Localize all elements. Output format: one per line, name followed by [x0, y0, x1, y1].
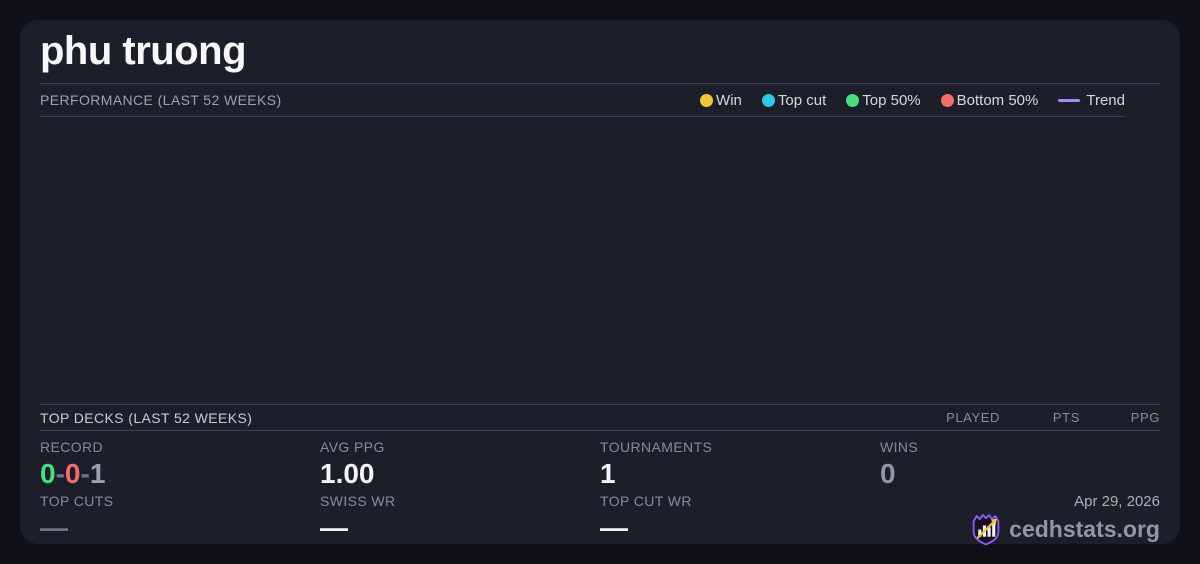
- chart-legend: Win Top cut Top 50% Bottom 50% Trend: [700, 92, 1125, 109]
- performance-header: PERFORMANCE (LAST 52 WEEKS) Win Top cut …: [40, 84, 1125, 117]
- legend-label: Trend: [1086, 91, 1125, 109]
- column-header-pts: PTS: [1052, 410, 1080, 425]
- top-decks-section-label: TOP DECKS (LAST 52 WEEKS): [40, 409, 253, 426]
- stat-tournaments: TOURNAMENTS 1: [600, 440, 880, 489]
- top-cut-dot-icon: [761, 93, 775, 107]
- legend-label: Top cut: [777, 91, 827, 109]
- legend-item-top-50: Top 50%: [846, 91, 921, 109]
- legend-item-win: Win: [700, 92, 742, 109]
- performance-section-label: PERFORMANCE (LAST 52 WEEKS): [40, 92, 282, 108]
- top-50-dot-icon: [846, 93, 860, 107]
- record-losses: 0: [64, 458, 81, 489]
- record-draws: 1: [89, 458, 106, 489]
- legend-item-top-cut: Top cut: [761, 91, 827, 109]
- brand[interactable]: cedhstats.org: [971, 513, 1160, 546]
- legend-item-trend: Trend: [1058, 92, 1125, 109]
- record-separator: -: [55, 458, 65, 489]
- bottom-50-dot-icon: [940, 93, 954, 107]
- stat-label: TOURNAMENTS: [600, 439, 713, 455]
- stat-label: RECORD: [40, 439, 104, 455]
- stat-label: TOP CUTS: [40, 493, 114, 509]
- legend-label: Top 50%: [862, 91, 921, 109]
- stat-label: TOP CUT WR: [600, 493, 692, 509]
- trend-line-icon: [1058, 98, 1081, 102]
- wins-value: 0: [880, 458, 896, 489]
- stat-top-cut-wr: TOP CUT WR —: [600, 494, 880, 546]
- win-dot-icon: [700, 93, 714, 107]
- stat-label: WINS: [880, 439, 919, 455]
- player-stats-card: phu truong PERFORMANCE (LAST 52 WEEKS) W…: [20, 20, 1180, 546]
- stat-swiss-wr: SWISS WR —: [320, 494, 600, 546]
- legend-label: Win: [716, 91, 742, 109]
- column-header-ppg: PPG: [1130, 410, 1160, 425]
- top-decks-header: TOP DECKS (LAST 52 WEEKS) PLAYED PTS PPG: [40, 404, 1160, 431]
- avg-ppg-value: 1.00: [320, 458, 375, 489]
- page-title: phu truong: [40, 29, 247, 73]
- swiss-wr-value: —: [320, 512, 348, 543]
- column-header-played: PLAYED: [946, 410, 1000, 425]
- top-cuts-value: —: [40, 512, 68, 543]
- top-cut-wr-value: —: [600, 512, 628, 543]
- record-value: 0-0-1: [40, 459, 320, 489]
- footer: Apr 29, 2026 cedhstats.org: [880, 494, 1160, 546]
- brand-name: cedhstats.org: [1009, 516, 1160, 542]
- performance-chart: [40, 117, 1160, 404]
- legend-label: Bottom 50%: [956, 91, 1039, 109]
- record-separator: -: [80, 458, 90, 489]
- record-wins: 0: [40, 458, 56, 489]
- legend-item-bottom-50: Bottom 50%: [940, 91, 1039, 109]
- stat-avg-ppg: AVG PPG 1.00: [320, 440, 600, 489]
- stat-record: RECORD 0-0-1: [40, 440, 320, 489]
- report-date: Apr 29, 2026: [1074, 493, 1160, 510]
- title-row: phu truong: [40, 20, 1160, 84]
- stat-wins: WINS 0: [880, 440, 1160, 489]
- stat-label: SWISS WR: [320, 493, 396, 509]
- cedhstats-logo-icon: [972, 514, 1000, 546]
- top-decks-columns: PLAYED PTS PPG: [920, 410, 1160, 425]
- tournaments-value: 1: [600, 458, 616, 489]
- stat-top-cuts: TOP CUTS —: [40, 494, 320, 546]
- stats-grid: RECORD 0-0-1 AVG PPG 1.00 TOURNAMENTS 1 …: [40, 431, 1160, 546]
- stat-label: AVG PPG: [320, 439, 385, 455]
